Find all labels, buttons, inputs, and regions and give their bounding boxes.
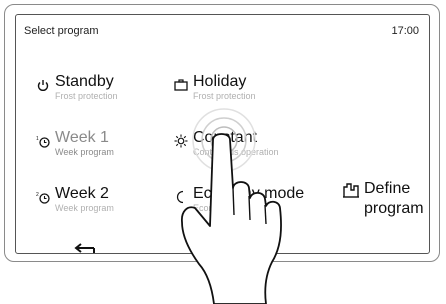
screen-title: Select program — [24, 25, 99, 37]
moon-icon — [176, 190, 184, 204]
program-standby[interactable]: Standby Frost protection — [36, 73, 118, 101]
program-week-2-sub: Week program — [55, 203, 114, 213]
week-clock-2-icon: 2 — [36, 192, 50, 204]
clock-time: 17:00 — [391, 25, 419, 37]
svg-text:2: 2 — [36, 192, 39, 198]
program-constant[interactable]: Constant Continuous operation — [174, 129, 279, 157]
program-economy[interactable]: Economy mode Economy operation — [174, 185, 304, 213]
program-week-1-label: Week 1 — [55, 129, 109, 146]
power-icon — [37, 80, 49, 91]
thermostat-device: Select program 17:00 Standby Frost prote… — [4, 4, 440, 262]
program-standby-sub: Frost protection — [55, 91, 118, 101]
program-week-1[interactable]: 1 Week 1 Week program — [36, 129, 114, 157]
suitcase-icon — [174, 79, 188, 91]
program-holiday-label: Holiday — [193, 73, 247, 90]
program-week-2[interactable]: 2 Week 2 Week program — [36, 185, 114, 213]
define-program-icon — [343, 183, 359, 198]
program-constant-sub: Continuous operation — [193, 147, 279, 157]
program-week-2-label: Week 2 — [55, 185, 109, 202]
define-program-button[interactable]: Define program — [342, 179, 424, 219]
program-standby-label: Standby — [55, 73, 114, 90]
program-economy-label: Economy mode — [193, 185, 305, 202]
program-holiday[interactable]: Holiday Frost protection — [174, 73, 256, 101]
define-program-line2: program — [364, 200, 424, 217]
sun-icon — [174, 134, 188, 148]
program-holiday-sub: Frost protection — [193, 91, 256, 101]
week-clock-1-icon: 1 — [36, 136, 50, 148]
define-program-line1: Define — [364, 180, 411, 197]
program-week-1-sub: Week program — [55, 147, 114, 157]
program-constant-label: Constant — [193, 129, 258, 146]
back-arrow-icon[interactable] — [74, 241, 98, 254]
touch-screen: Select program 17:00 Standby Frost prote… — [15, 14, 430, 254]
program-economy-sub: Economy operation — [193, 203, 271, 213]
svg-text:1: 1 — [36, 136, 39, 142]
